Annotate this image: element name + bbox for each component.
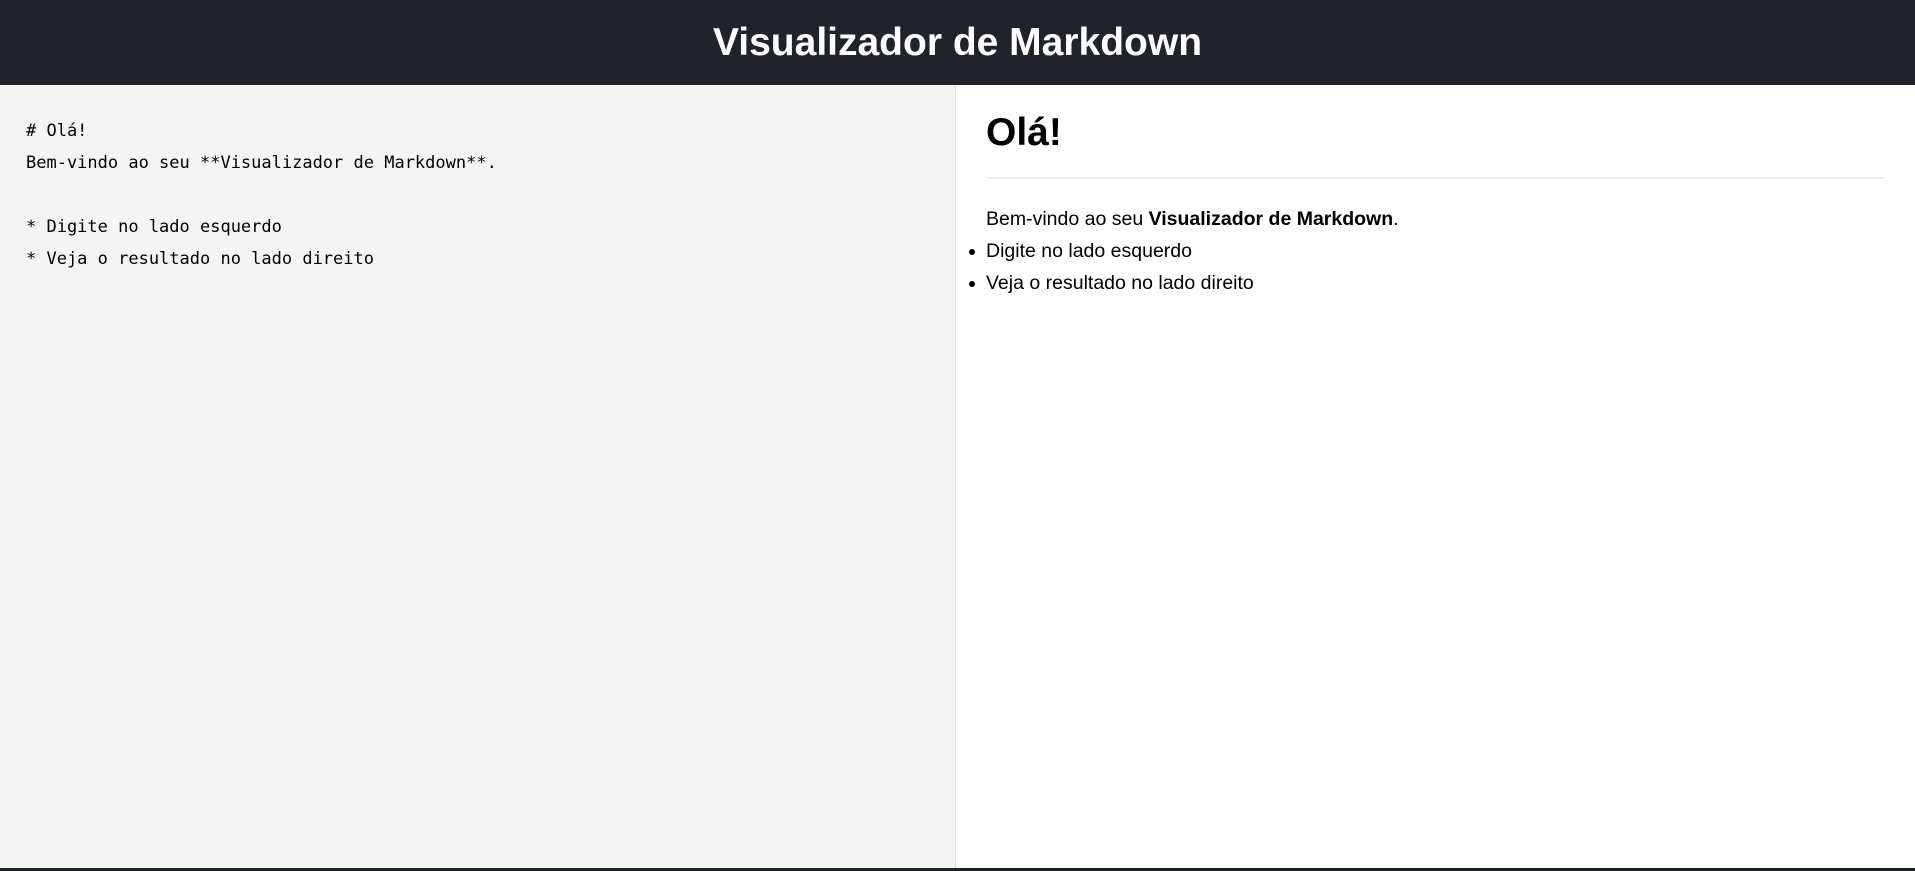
editor-pane	[0, 85, 956, 868]
paragraph-text: Bem-vindo ao seu	[986, 207, 1149, 230]
markdown-input[interactable]	[26, 115, 929, 838]
preview-pane: Olá! Bem-vindo ao seu Visualizador de Ma…	[956, 85, 1915, 868]
preview-paragraph: Bem-vindo ao seu Visualizador de Markdow…	[986, 203, 1885, 235]
list-item: Veja o resultado no lado direito	[969, 267, 1885, 299]
paragraph-bold-text: Visualizador de Markdown	[1148, 207, 1394, 230]
preview-list: Digite no lado esquerdo Veja o resultado…	[969, 235, 1885, 299]
paragraph-suffix: .	[1393, 207, 1399, 230]
app-header: Visualizador de Markdown	[0, 0, 1915, 85]
list-item: Digite no lado esquerdo	[969, 235, 1885, 267]
preview-heading: Olá!	[986, 110, 1885, 179]
workspace: Olá! Bem-vindo ao seu Visualizador de Ma…	[0, 85, 1915, 871]
app-title: Visualizador de Markdown	[712, 20, 1203, 64]
